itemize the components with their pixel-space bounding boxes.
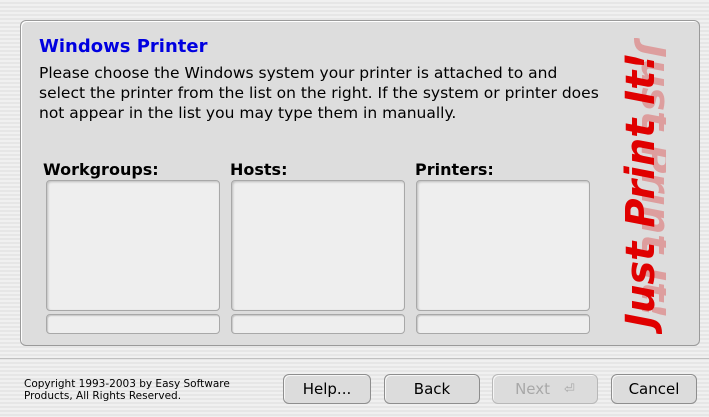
cancel-button[interactable]: Cancel — [611, 374, 697, 404]
enter-arrow-icon: ⏎ — [564, 381, 575, 397]
workgroups-list[interactable] — [46, 180, 220, 311]
logo-reflection-text: Just Print It! — [632, 38, 666, 320]
host-field[interactable] — [231, 314, 405, 334]
printers-label: Printers: — [415, 160, 494, 179]
just-print-it-logo: Just Print It! Just Print It! — [618, 38, 666, 334]
page-description: Please choose the Windows system your pr… — [39, 64, 599, 122]
copyright-line-1: Copyright 1993-2003 by Easy Software — [24, 378, 230, 390]
hosts-label: Hosts: — [230, 160, 288, 179]
page-title: Windows Printer — [39, 36, 208, 57]
workgroups-label: Workgroups: — [43, 160, 159, 179]
footer-separator — [0, 358, 709, 359]
printers-list[interactable] — [416, 180, 590, 311]
printer-field[interactable] — [416, 314, 590, 334]
next-button-label: Next — [515, 380, 551, 398]
back-button[interactable]: Back — [384, 374, 480, 404]
copyright-line-2: Products, All Rights Reserved. — [24, 390, 182, 402]
back-button-label: Back — [413, 380, 451, 398]
cancel-button-label: Cancel — [628, 380, 680, 398]
hosts-list[interactable] — [231, 180, 405, 311]
copyright-text: Copyright 1993-2003 by Easy Software Pro… — [24, 378, 230, 402]
help-button-label: Help... — [302, 380, 352, 398]
workgroup-field[interactable] — [46, 314, 220, 334]
next-button[interactable]: Next ⏎ — [492, 374, 598, 404]
help-button[interactable]: Help... — [283, 374, 371, 404]
